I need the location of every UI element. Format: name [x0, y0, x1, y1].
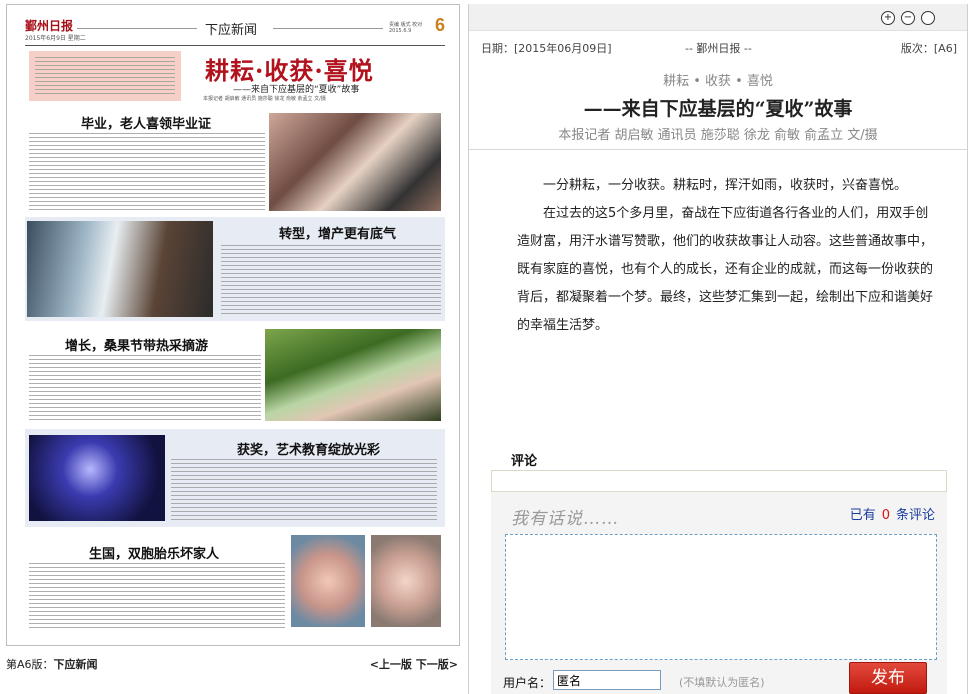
- masthead-rule: [273, 28, 383, 29]
- prev-page-link[interactable]: <上一版: [370, 658, 412, 671]
- masthead-divider: [25, 45, 445, 46]
- page-navigation-bar: 第A6版：下应新闻 <上一版 下一版>: [6, 656, 458, 676]
- story-block-art-award[interactable]: 获奖，艺术教育绽放光彩: [25, 429, 445, 527]
- page-pager: <上一版 下一版>: [370, 656, 458, 672]
- newspaper-logo: 鄞州日报: [25, 19, 74, 33]
- newspaper-meta: 责编 版式 校对 2015.6.9: [389, 22, 423, 34]
- page-label-prefix: 第A6版：: [6, 658, 54, 671]
- story-headline: 转型，增产更有底气: [279, 227, 397, 242]
- story-body-text: [29, 355, 261, 423]
- article-byline: 本报记者 胡启敏 通讯员 施莎聪 徐龙 俞敏 俞孟立 文/摄: [558, 128, 878, 143]
- story-photo: [29, 435, 165, 521]
- article-edition: 版次：[A6]: [900, 42, 957, 55]
- comment-textarea[interactable]: [505, 534, 937, 660]
- comment-count-suffix: 条评论: [895, 508, 935, 523]
- story-block-mulberry[interactable]: 增长，桑果节带热采摘游: [25, 327, 445, 425]
- masthead-rule: [77, 28, 197, 29]
- story-headline: 毕业，老人喜领毕业证: [81, 117, 212, 132]
- submit-comment-button[interactable]: 发布: [849, 662, 927, 694]
- zoom-reset-icon[interactable]: [921, 11, 935, 25]
- story-block-twins[interactable]: 生国，双胞胎乐坏家人: [25, 533, 445, 633]
- article-date: 日期：[2015年06月09日]: [481, 42, 612, 55]
- username-label: 用户名：: [503, 676, 552, 690]
- article-reader: + − 日期：[2015年06月09日] -- 鄞州日报 -- 版次：[A6] …: [468, 4, 968, 694]
- story-photo: [291, 535, 365, 627]
- zoom-out-icon[interactable]: −: [901, 11, 915, 25]
- lead-subheadline: ——来自下应基层的“夏收”故事: [233, 85, 360, 95]
- article-divider: [469, 149, 967, 150]
- story-photo: [265, 329, 441, 421]
- page-label: 第A6版：下应新闻: [6, 656, 98, 672]
- story-body-text: [171, 459, 437, 523]
- story-headline: 生国，双胞胎乐坏家人: [89, 547, 220, 562]
- story-headline: 增长，桑果节带热采摘游: [65, 339, 209, 354]
- article-paragraph: 在过去的这5个多月里，奋战在下应街道各行各业的人们，用双手创造财富，用汗水谱写赞…: [517, 206, 934, 333]
- newspaper-section-title: 下应新闻: [205, 23, 258, 38]
- newspaper-date: 2015年6月9日 星期二: [25, 35, 86, 42]
- story-photo: [371, 535, 441, 627]
- article-body: 一分耕耘，一分收获。耕耘时，挥汗如雨，收获时，兴奋喜悦。 在过去的这5个多月里，…: [517, 172, 941, 340]
- comments-strip: [491, 470, 947, 492]
- comment-count-prefix: 已有: [849, 508, 876, 523]
- story-photo: [27, 221, 213, 317]
- page-name: 下应新闻: [53, 658, 98, 671]
- zoom-toolbar: + −: [469, 4, 967, 31]
- story-body-text: [29, 563, 285, 631]
- newspaper-page-number: 6: [434, 15, 445, 35]
- newspaper-masthead: 鄞州日报 2015年6月9日 星期二 下应新闻 责编 版式 校对 2015.6.…: [25, 15, 445, 45]
- story-body-text: [221, 245, 441, 315]
- comments-label: 评论: [511, 454, 538, 469]
- comment-form: 我有话说…… 已有 0 条评论 用户名： (不填默认为匿名) 发布: [491, 492, 947, 694]
- story-photo: [269, 113, 441, 211]
- newspaper-page-image[interactable]: 鄞州日报 2015年6月9日 星期二 下应新闻 责编 版式 校对 2015.6.…: [6, 4, 460, 646]
- story-headline: 获奖，艺术教育绽放光彩: [237, 443, 381, 458]
- comment-count-number: 0: [881, 508, 890, 523]
- comment-count[interactable]: 已有 0 条评论: [850, 504, 935, 523]
- lead-summary-box[interactable]: [29, 51, 181, 101]
- username-hint: (不填默认为匿名): [679, 676, 765, 689]
- article-kicker: 耕耘 • 收获 • 喜悦: [663, 74, 773, 89]
- next-page-link[interactable]: 下一版>: [416, 658, 458, 671]
- article-paper-name: -- 鄞州日报 --: [685, 42, 752, 55]
- lead-headline[interactable]: 耕耘·收获·喜悦: [205, 51, 374, 86]
- comment-hint: 我有话说……: [511, 509, 619, 529]
- article-paragraph: 一分耕耘，一分收获。耕耘时，挥汗如雨，收获时，兴奋喜悦。: [543, 178, 908, 193]
- story-body-text: [29, 133, 265, 213]
- zoom-in-icon[interactable]: +: [881, 11, 895, 25]
- lead-summary-text: [35, 57, 175, 95]
- article-title: ——来自下应基层的“夏收”故事: [583, 98, 853, 120]
- story-block-transformation[interactable]: 转型，增产更有底气: [25, 217, 445, 321]
- story-block-graduation[interactable]: 毕业，老人喜领毕业证: [25, 111, 445, 215]
- username-input[interactable]: [553, 670, 661, 690]
- lead-byline: 本报记者 胡启敏 通讯员 施莎聪 徐龙 俞敏 俞孟立 文/摄: [203, 96, 326, 102]
